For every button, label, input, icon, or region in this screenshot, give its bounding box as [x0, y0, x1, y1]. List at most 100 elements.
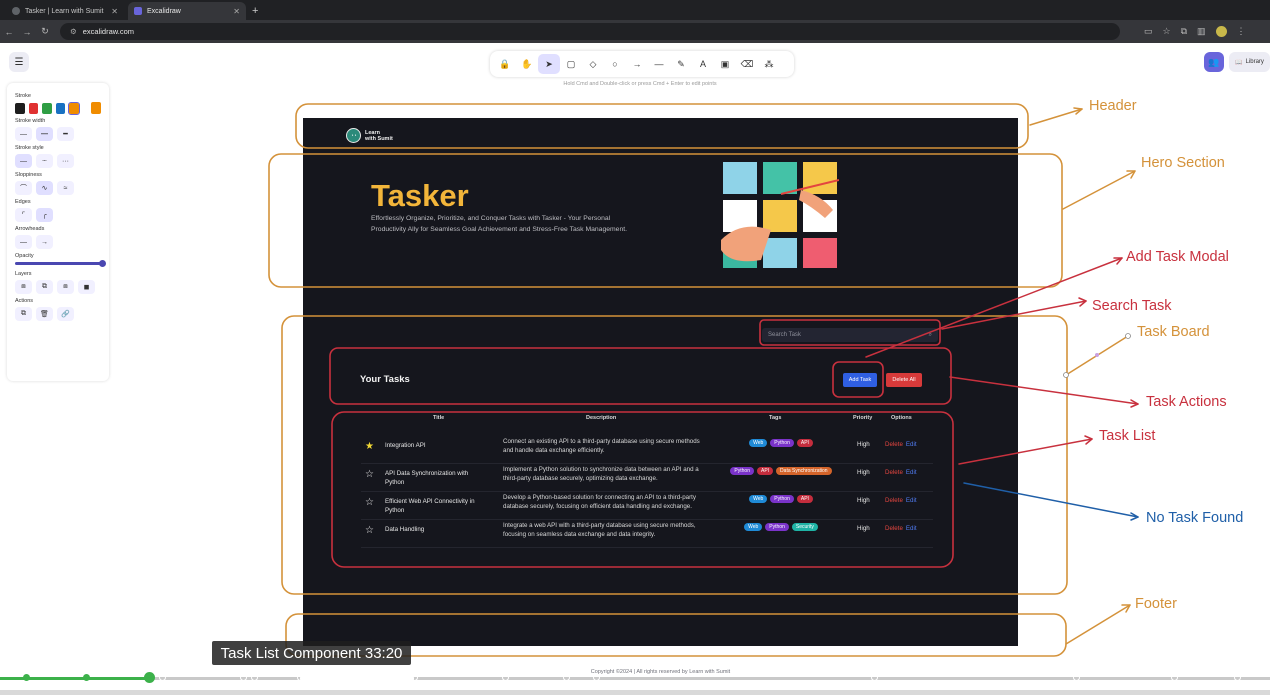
stroke-solid-option[interactable]: —	[15, 154, 32, 168]
task-delete-link[interactable]: Delete	[885, 469, 903, 476]
arrowhead-start-option[interactable]: —	[15, 235, 32, 249]
forward-icon[interactable]: →	[18, 27, 36, 37]
main-menu-button[interactable]: ☰	[9, 52, 29, 72]
stroke-extra-bold-option[interactable]: ━	[57, 127, 74, 141]
favorite-star-icon[interactable]: ☆	[365, 469, 374, 480]
profile-avatar[interactable]	[1215, 26, 1227, 37]
bookmark-star-icon[interactable]: ☆	[1163, 26, 1171, 37]
hand-icon[interactable]: ✋	[516, 54, 538, 74]
add-task-button[interactable]: Add Task	[843, 373, 877, 387]
chapter-marker[interactable]	[23, 674, 30, 681]
sticky-notes-illustration	[721, 162, 839, 268]
task-delete-link[interactable]: Delete	[885, 497, 903, 504]
extra-tools-icon[interactable]: ⁂	[758, 54, 780, 74]
chapter-marker[interactable]	[1073, 674, 1080, 681]
task-delete-link[interactable]: Delete	[885, 525, 903, 532]
tab-excalidraw[interactable]: Excalidraw ✕	[128, 2, 246, 20]
sidepanel-icon[interactable]: ▥	[1197, 26, 1206, 37]
task-priority: High	[857, 525, 870, 532]
stroke-color-swatch[interactable]	[28, 102, 39, 114]
bring-forward-button[interactable]: ⧈	[57, 280, 74, 294]
stroke-color-swatch[interactable]	[55, 102, 66, 114]
back-icon[interactable]: ←	[0, 27, 18, 37]
library-button[interactable]: 📖 Library	[1229, 52, 1270, 72]
delete-all-button[interactable]: Delete All	[886, 373, 922, 387]
send-backward-button[interactable]: ⧉	[36, 280, 53, 294]
chapter-marker[interactable]	[871, 674, 878, 681]
stroke-color-swatch[interactable]	[42, 102, 52, 114]
url-field[interactable]: ⚙ excalidraw.com	[60, 23, 1120, 40]
cast-icon[interactable]: ▭	[1144, 26, 1153, 37]
ellipse-icon[interactable]: ○	[604, 54, 626, 74]
arrow-icon[interactable]: →	[626, 54, 648, 74]
edges-round-option[interactable]: ╭	[36, 208, 53, 222]
selection-icon[interactable]: ➤	[538, 54, 560, 74]
link-icon[interactable]: 🔗	[57, 307, 74, 321]
rectangle-icon[interactable]: ▢	[560, 54, 582, 74]
tasker-app-image[interactable]: ◔◔ Learn with Sumit Tasker Effortlessly …	[303, 118, 1018, 675]
stroke-thin-option[interactable]: —	[15, 127, 32, 141]
pencil-icon[interactable]: ✎	[670, 54, 692, 74]
chapter-marker[interactable]	[83, 674, 90, 681]
tab-tasker[interactable]: Tasker | Learn with Sumit ✕	[6, 2, 124, 20]
task-delete-link[interactable]: Delete	[885, 441, 903, 448]
text-icon[interactable]: A	[692, 54, 714, 74]
duplicate-icon[interactable]: ⧉	[15, 307, 32, 321]
chapter-marker[interactable]	[563, 674, 570, 681]
new-tab-button[interactable]: +	[252, 2, 258, 20]
chapter-marker[interactable]	[251, 674, 258, 681]
favorite-star-icon[interactable]: ☆	[365, 525, 374, 536]
favorite-star-icon[interactable]: ☆	[365, 497, 374, 508]
eraser-icon[interactable]: ⌫	[736, 54, 758, 74]
sloppiness-cartoonist-option[interactable]: ≈	[57, 181, 74, 195]
excalidraw-icon	[134, 7, 142, 15]
reload-icon[interactable]: ↻	[36, 26, 54, 37]
diamond-icon[interactable]: ◇	[582, 54, 604, 74]
site-info-icon[interactable]: ⚙	[70, 27, 77, 36]
chapter-marker[interactable]	[159, 674, 166, 681]
lock-icon[interactable]: 🔒	[494, 54, 516, 74]
close-icon[interactable]: ✕	[233, 7, 240, 16]
trash-icon[interactable]: 🗑	[36, 307, 53, 321]
stroke-color-swatch[interactable]	[15, 102, 25, 114]
close-icon[interactable]: ✕	[111, 7, 118, 16]
excalidraw-canvas[interactable]: ☰ 🔒 ✋ ➤ ▢ ◇ ○ → — ✎ A ▣ ⌫ ⁂ Hold Cmd and Double-clic…	[0, 43, 1270, 695]
current-stroke-color[interactable]	[90, 102, 101, 114]
chapter-marker[interactable]	[1171, 674, 1178, 681]
hovered-chapter-segment[interactable]	[300, 675, 414, 682]
shapes-toolbar: 🔒 ✋ ➤ ▢ ◇ ○ → — ✎ A ▣ ⌫ ⁂	[490, 51, 794, 77]
extensions-icon[interactable]: ⧉	[1181, 26, 1187, 37]
task-edit-link[interactable]: Edit	[906, 497, 917, 504]
stroke-color-swatch[interactable]	[68, 101, 80, 115]
stroke-dashed-option[interactable]: ┄	[36, 154, 53, 168]
favorite-star-icon[interactable]: ★	[365, 441, 374, 452]
sloppiness-architect-option[interactable]: ⌒	[15, 181, 32, 195]
chapter-marker[interactable]	[1234, 674, 1241, 681]
send-to-back-button[interactable]: ⧈	[15, 280, 32, 294]
task-edit-link[interactable]: Edit	[906, 441, 917, 448]
task-edit-link[interactable]: Edit	[906, 469, 917, 476]
arrowhead-end-option[interactable]: →	[36, 235, 53, 249]
chapter-marker[interactable]	[502, 674, 509, 681]
search-icon[interactable]: ⌕	[929, 332, 932, 339]
label-task-list: Task List	[1099, 428, 1156, 444]
line-icon[interactable]: —	[648, 54, 670, 74]
timeline-scrubber[interactable]	[144, 672, 155, 683]
collaborate-button[interactable]: 👥	[1204, 52, 1224, 72]
library-label: Library	[1245, 59, 1264, 65]
task-priority: High	[857, 469, 870, 476]
stroke-bold-option[interactable]: —	[36, 127, 53, 141]
chapter-marker[interactable]	[240, 674, 247, 681]
task-row: ☆ Efficient Web API Connectivity in Pytho…	[361, 492, 933, 520]
menu-kebab-icon[interactable]: ⋮	[1237, 26, 1246, 37]
edges-sharp-option[interactable]: ⌜	[15, 208, 32, 222]
search-input[interactable]: Search Task ⌕	[762, 328, 938, 342]
stroke-dotted-option[interactable]: ···	[57, 154, 74, 168]
bring-to-front-button[interactable]: ◼	[78, 280, 95, 294]
opacity-slider[interactable]	[15, 260, 106, 267]
chapter-marker[interactable]	[593, 674, 600, 681]
sloppiness-artist-option[interactable]: ∿	[36, 181, 53, 195]
image-icon[interactable]: ▣	[714, 54, 736, 74]
chapter-tooltip: Task List Component 33:20	[212, 641, 411, 665]
task-edit-link[interactable]: Edit	[906, 525, 917, 532]
